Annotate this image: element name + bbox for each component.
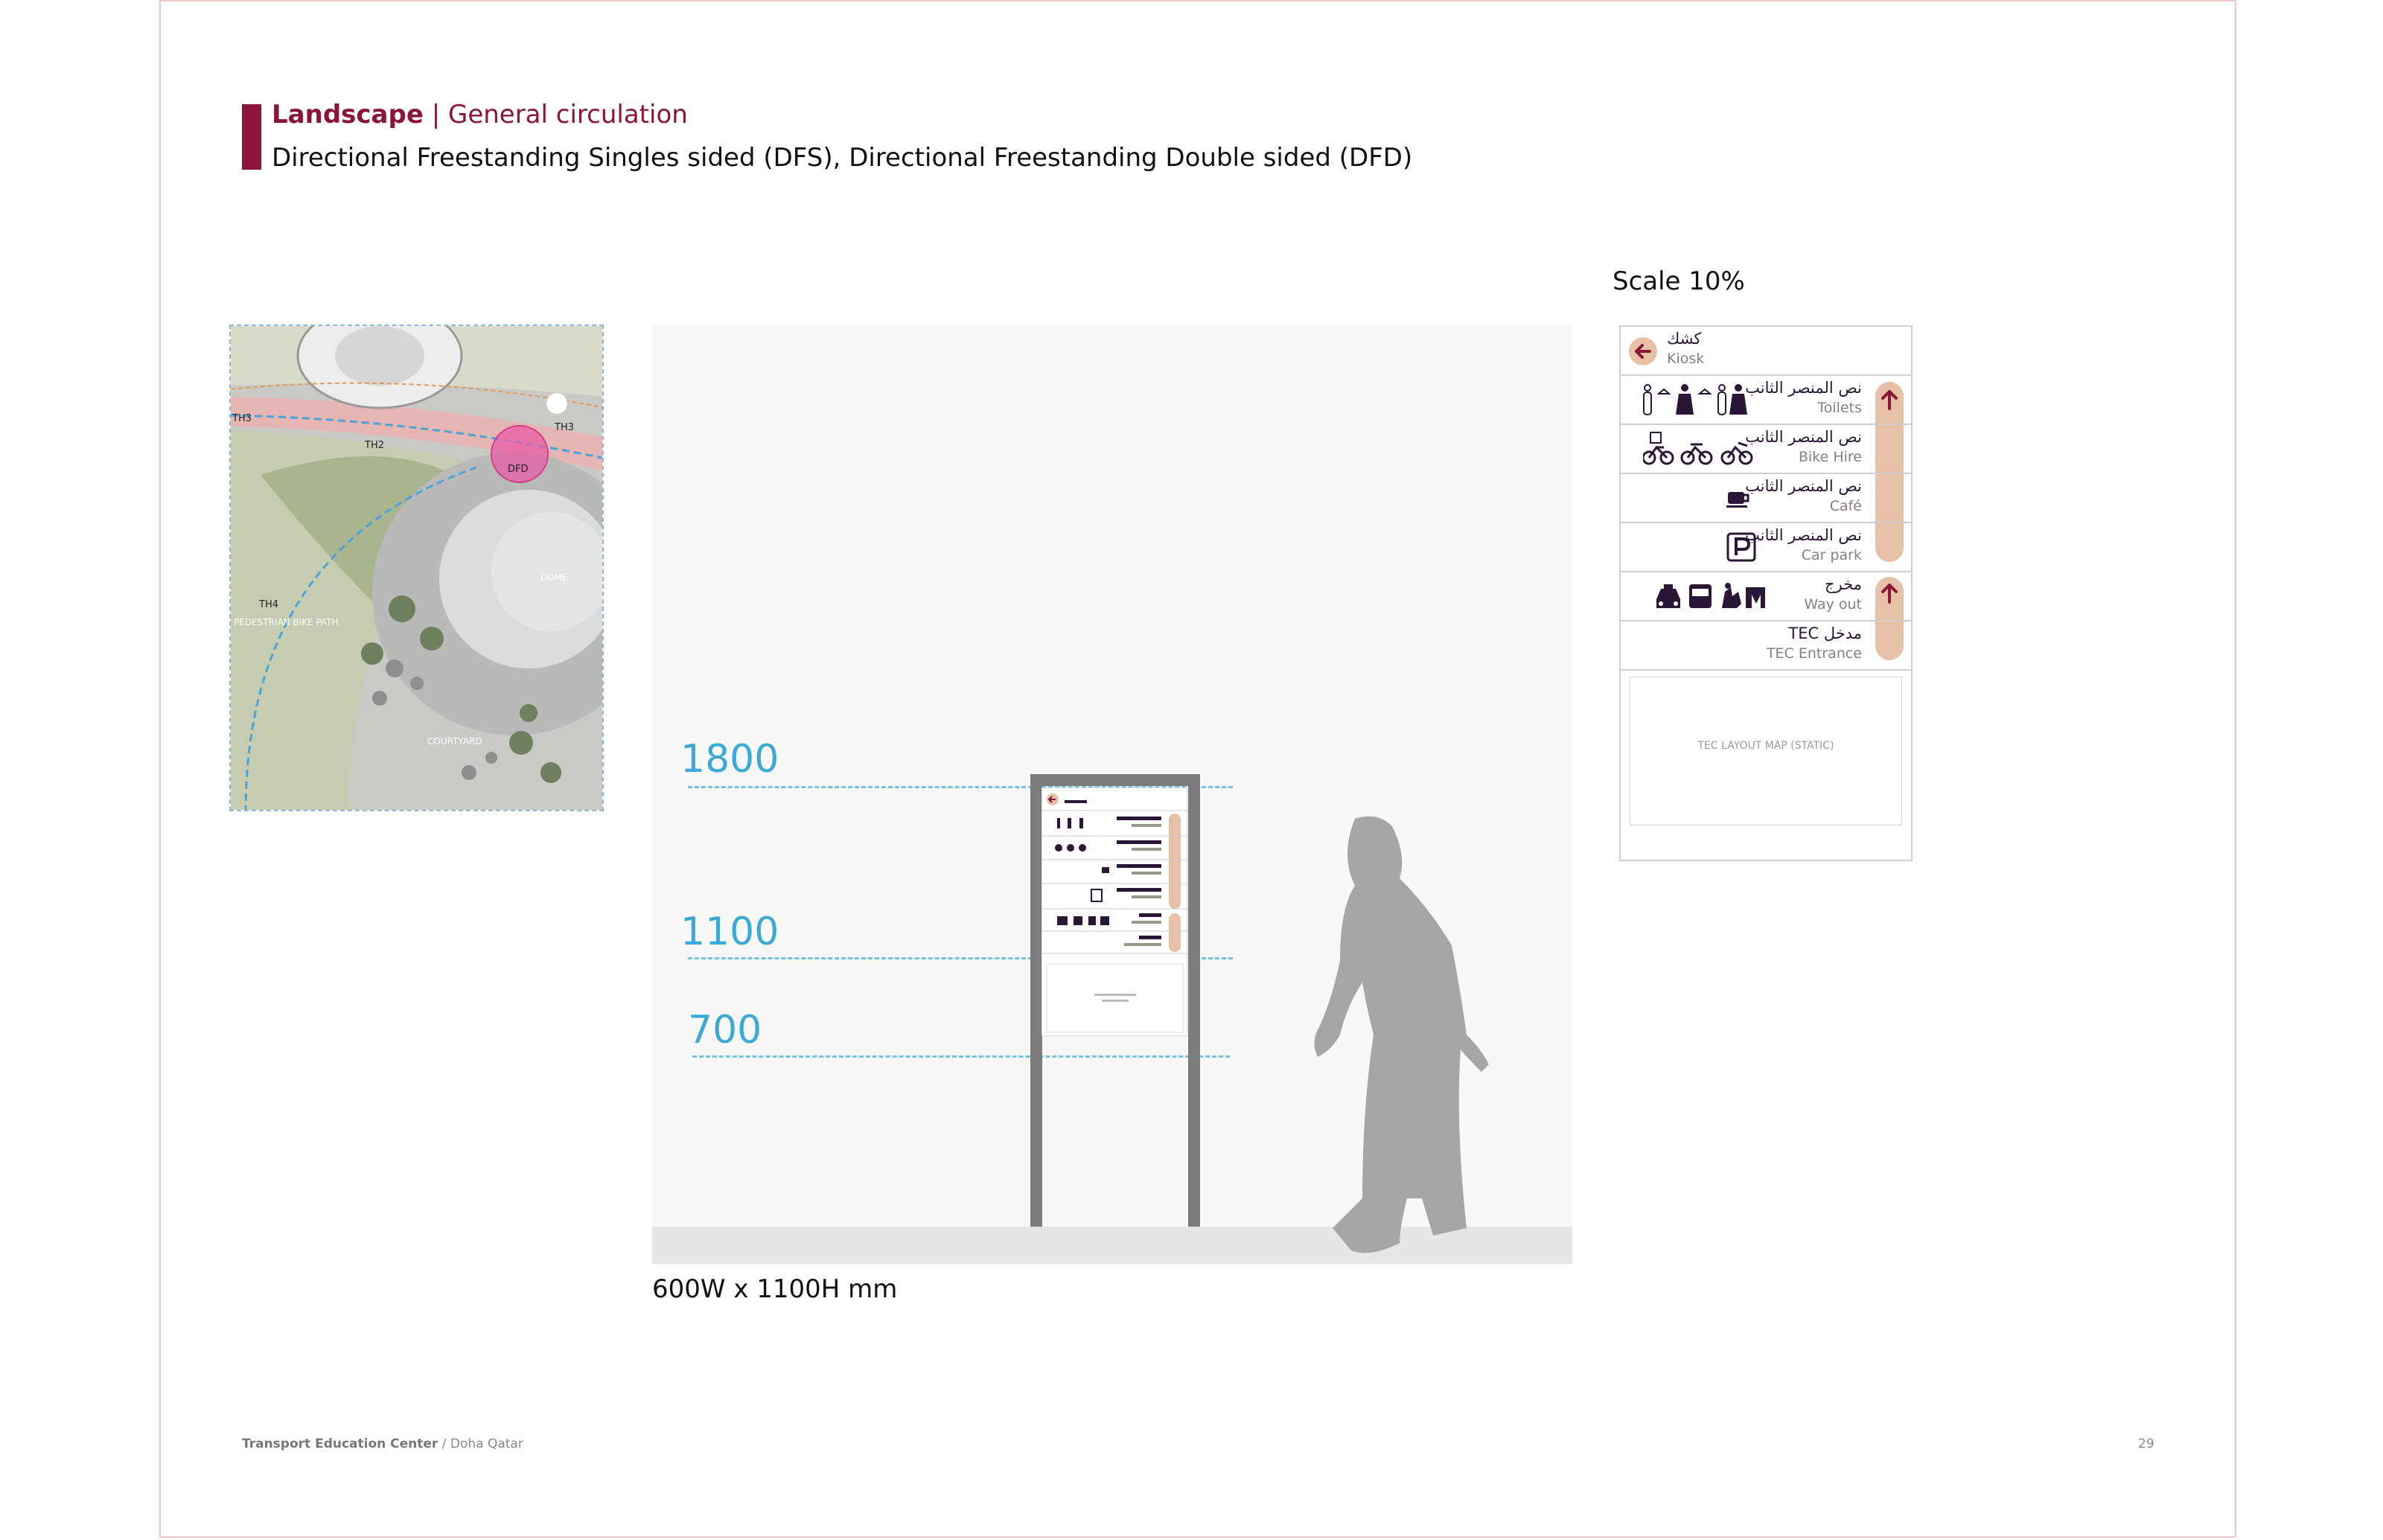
parking-icon <box>1726 532 1756 562</box>
sign-row-car-park: نص المنصر الثانب Car park <box>1621 523 1911 572</box>
site-label-dome: DOME <box>540 572 568 583</box>
footer-location: / Doha Qatar <box>438 1437 523 1451</box>
dimension-1800: 1800 <box>680 737 779 782</box>
site-map-drawing: TH3 TH2 TH3 DFD TH4 PEDESTRIAN BIKE PATH… <box>231 326 602 810</box>
sign-row-bike-hire: نص المنصر الثانب Bike Hire <box>1621 425 1911 474</box>
bike-hire-label-en: Bike Hire <box>1798 449 1862 465</box>
sign-size-caption: 600W x 1100H mm <box>652 1274 898 1304</box>
cafe-label-en: Café <box>1829 498 1862 514</box>
coffee-cup-icon <box>1726 492 1749 508</box>
car-park-label-ar: نص المنصر الثانب <box>1745 526 1862 544</box>
sign-row-kiosk: كشك Kiosk <box>1621 327 1911 376</box>
tec-layout-map-placeholder: TEC LAYOUT MAP (STATIC) <box>1630 677 1902 825</box>
toilets-icon <box>1643 384 1747 415</box>
site-label-dfd: DFD <box>508 464 529 475</box>
toilets-label-ar: نص المنصر الثانب <box>1745 379 1862 397</box>
title-separator: | <box>423 100 448 130</box>
way-out-label-en: Way out <box>1804 596 1862 613</box>
site-label-th3-left: TH3 <box>232 413 252 424</box>
sign-post-left <box>1030 774 1042 1227</box>
bike-hire-label-ar: نص المنصر الثانب <box>1745 428 1862 446</box>
site-label-path: PEDESTRIAN BIKE PATH <box>234 617 339 627</box>
scale-label: Scale 10% <box>1612 266 1745 296</box>
site-map: TH3 TH2 TH3 DFD TH4 PEDESTRIAN BIKE PATH… <box>229 325 604 811</box>
cafe-label-ar: نص المنصر الثانب <box>1745 477 1862 495</box>
site-label-th2: TH2 <box>364 440 384 451</box>
kiosk-label-en: Kiosk <box>1667 351 1705 367</box>
toilets-label-en: Toilets <box>1817 400 1862 416</box>
transport-icons <box>1656 583 1765 608</box>
footer-project: Transport Education Center / Doha Qatar <box>242 1437 523 1451</box>
sign-post-right <box>1188 774 1200 1227</box>
tec-entrance-label-ar: TEC مدخل <box>1788 624 1862 642</box>
sign-row-cafe: نص المنصر الثانب Café <box>1621 474 1911 523</box>
sign-face-miniature-drawing <box>1042 793 1188 1033</box>
header-accent-bar <box>242 104 261 170</box>
site-label-th4: TH4 <box>258 599 278 610</box>
way-out-label-ar: مخرج <box>1825 575 1862 593</box>
kiosk-label-ar: كشك <box>1667 330 1702 348</box>
footer-project-name: Transport Education Center <box>242 1437 438 1451</box>
sign-face-miniature <box>1041 787 1188 1036</box>
page-number: 29 <box>2138 1437 2154 1451</box>
back-arrow-icon <box>1629 337 1657 365</box>
dimension-1100: 1100 <box>680 910 779 954</box>
tec-entrance-label-en: TEC Entrance <box>1766 645 1862 662</box>
car-park-label-en: Car park <box>1801 547 1862 563</box>
dimension-700: 700 <box>688 1008 762 1052</box>
dimension-line-700 <box>692 1055 1230 1058</box>
tec-layout-map-label: TEC LAYOUT MAP (STATIC) <box>1697 740 1834 752</box>
site-label-courtyard: COURTYARD <box>427 736 482 747</box>
sign-row-toilets: نص المنصر الثانب Toilets <box>1621 376 1911 425</box>
sign-row-way-out: مخرج Way out <box>1621 572 1911 622</box>
sign-row-tec-entrance: TEC مدخل TEC Entrance <box>1621 622 1911 671</box>
sign-post-top <box>1030 774 1200 786</box>
person-silhouette-icon <box>1314 816 1489 1253</box>
section-name: Landscape <box>272 100 424 130</box>
topic-name: General circulation <box>447 100 688 130</box>
site-label-th3-right: TH3 <box>554 422 574 433</box>
bike-icon <box>1643 432 1753 465</box>
page-title: Landscape | General circulation <box>272 100 688 130</box>
sign-panel: كشك Kiosk نص المنصر الثانب Toilets نص ال… <box>1619 325 1913 861</box>
page-subtitle: Directional Freestanding Singles sided (… <box>272 143 1413 173</box>
